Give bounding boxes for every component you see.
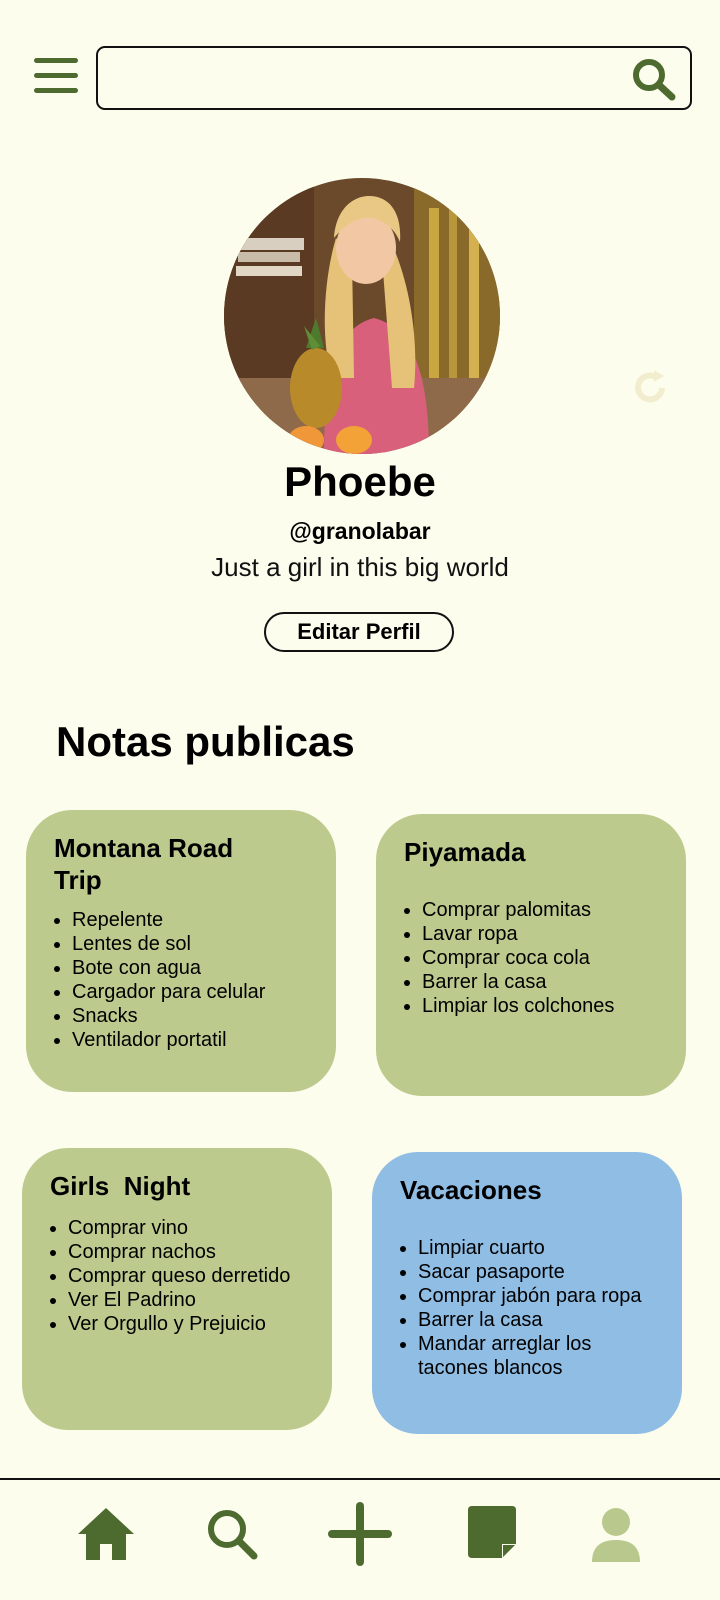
note-card-montana-road-trip[interactable]: Montana Road Trip Repelente Lentes de so…: [26, 810, 336, 1092]
note-title: Girls Night: [50, 1171, 191, 1201]
note-item: Mandar arreglar los tacones blancos: [400, 1332, 638, 1380]
note-item: Comprar coca cola: [404, 946, 660, 970]
note-item: Ventilador portatil: [54, 1028, 310, 1052]
note-card-piyamada[interactable]: Piyamada Comprar palomitas Lavar ropa Co…: [376, 814, 686, 1096]
menu-line: [34, 58, 78, 63]
search-icon[interactable]: [200, 1502, 264, 1566]
profile-bio: Just a girl in this big world: [211, 552, 509, 582]
note-item: Sacar pasaporte: [400, 1260, 656, 1284]
note-item: Cargador para celular: [54, 980, 310, 1004]
note-item: Barrer la casa: [404, 970, 660, 994]
note-item: Lavar ropa: [404, 922, 660, 946]
note-item: Lentes de sol: [54, 932, 310, 956]
search-bar[interactable]: [96, 46, 692, 110]
avatar-photo: [224, 178, 500, 454]
refresh-icon: [635, 370, 665, 403]
note-card-girls-night[interactable]: Girls Night Comprar vino Comprar nachos …: [22, 1148, 332, 1430]
note-item: Repelente: [54, 908, 310, 932]
note-item: Ver Orgullo y Prejuicio: [50, 1312, 306, 1336]
notes-icon[interactable]: [460, 1502, 524, 1566]
search-icon[interactable]: [630, 56, 678, 102]
note-item: Comprar palomitas: [404, 898, 660, 922]
note-list: Repelente Lentes de sol Bote con agua Ca…: [54, 908, 310, 1052]
note-title: Montana Road Trip: [54, 833, 234, 895]
note-list: Comprar vino Comprar nachos Comprar ques…: [50, 1216, 306, 1336]
note-title: Vacaciones: [400, 1175, 542, 1205]
note-card-vacaciones[interactable]: Vacaciones Limpiar cuarto Sacar pasaport…: [372, 1152, 682, 1434]
profile-handle: @granolabar: [289, 518, 431, 544]
menu-line: [34, 88, 78, 93]
note-item: Barrer la casa: [400, 1308, 656, 1332]
note-item: Snacks: [54, 1004, 310, 1028]
edit-profile-button[interactable]: Editar Perfil: [264, 612, 454, 652]
menu-line: [34, 73, 78, 78]
note-item: Bote con agua: [54, 956, 310, 980]
note-item: Comprar queso derretido: [50, 1264, 306, 1288]
note-title: Piyamada: [404, 837, 526, 867]
note-item: Limpiar cuarto: [400, 1236, 656, 1260]
hamburger-menu-icon[interactable]: [34, 58, 78, 94]
search-input[interactable]: [112, 56, 612, 100]
bottom-nav: [0, 1478, 720, 1600]
note-item: Comprar vino: [50, 1216, 306, 1240]
home-icon[interactable]: [74, 1502, 138, 1566]
note-list: Limpiar cuarto Sacar pasaporte Comprar j…: [400, 1236, 656, 1380]
profile-icon[interactable]: [584, 1502, 648, 1566]
note-item: Comprar jabón para ropa: [400, 1284, 656, 1308]
profile-name: Phoebe: [284, 458, 436, 505]
add-icon[interactable]: [328, 1502, 392, 1566]
note-item: Ver El Padrino: [50, 1288, 306, 1312]
note-item: Limpiar los colchones: [404, 994, 660, 1018]
section-title-public-notes: Notas publicas: [56, 718, 355, 765]
note-list: Comprar palomitas Lavar ropa Comprar coc…: [404, 898, 660, 1018]
profile-avatar[interactable]: [224, 178, 500, 454]
note-item: Comprar nachos: [50, 1240, 306, 1264]
